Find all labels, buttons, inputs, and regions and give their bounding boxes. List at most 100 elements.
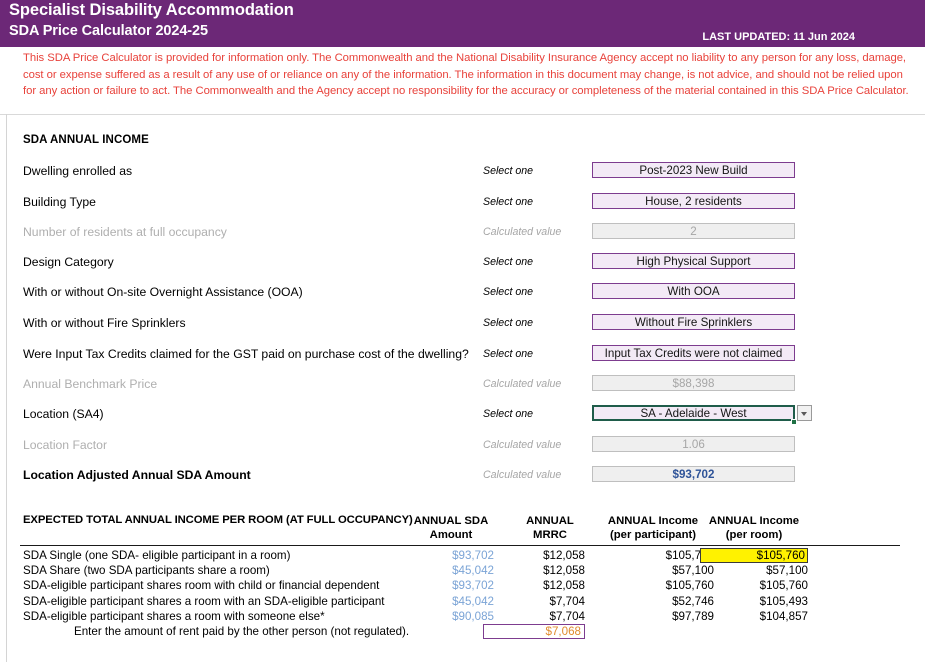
column-header-line2: Amount — [408, 528, 494, 542]
column-header-line2: (per participant) — [592, 528, 714, 542]
form-row-hint-select: Select one — [483, 283, 533, 302]
table-row: SDA-eligible participant shares a room w… — [0, 609, 925, 624]
form-row: Number of residents at full occupancy Cal… — [0, 223, 925, 242]
table-row-label: SDA Share (two SDA participants share a … — [23, 563, 270, 578]
form-row-label: Design Category — [23, 253, 114, 272]
table-cell-value: $52,746 — [592, 594, 714, 609]
rent-amount-input[interactable]: $7,068 — [483, 624, 585, 639]
disclaimer-text: This SDA Price Calculator is provided fo… — [23, 50, 918, 100]
form-row: Location Factor Calculated value 1.06 — [0, 436, 925, 455]
page-title-secondary: SDA Price Calculator 2024-25 — [9, 23, 208, 39]
table-row-label: SDA Single (one SDA- eligible participan… — [23, 548, 290, 563]
form-row-label: Dwelling enrolled as — [23, 162, 132, 181]
table-cell-value: $105,760 — [592, 548, 714, 563]
calculated-value-field: 2 — [592, 223, 795, 239]
form-row: Location Adjusted Annual SDA Amount Calcu… — [0, 466, 925, 485]
form-row-hint-select: Select one — [483, 345, 533, 364]
calculated-value-field: $93,702 — [592, 466, 795, 482]
location-sa4-dropdown[interactable]: SA - Adelaide - West — [592, 405, 795, 421]
table-row: SDA Single (one SDA- eligible participan… — [0, 548, 925, 563]
form-row: Design Category Select one High Physical S… — [0, 253, 925, 272]
column-header-line1: ANNUAL Income — [700, 514, 808, 528]
form-row-label: Location Adjusted Annual SDA Amount — [23, 466, 251, 485]
table-column-header: ANNUALMRRC — [515, 514, 585, 542]
form-row-hint-select: Select one — [483, 405, 533, 424]
table-row-label: SDA-eligible participant shares a room w… — [23, 594, 385, 609]
table-row-label: SDA-eligible participant shares room wit… — [23, 578, 379, 593]
form-row-hint-select: Select one — [483, 314, 533, 333]
form-row: Dwelling enrolled as Select one Post-2023 … — [0, 162, 925, 181]
form-row-hint-calculated: Calculated value — [483, 436, 561, 455]
form-row-label: Were Input Tax Credits claimed for the G… — [23, 345, 469, 364]
table-row: SDA-eligible participant shares room wit… — [0, 578, 925, 593]
form-row-label: Number of residents at full occupancy — [23, 223, 227, 242]
form-row-label: With or without On-site Overnight Assist… — [23, 283, 303, 302]
form-row: Were Input Tax Credits claimed for the G… — [0, 345, 925, 364]
form-row-label: Annual Benchmark Price — [23, 375, 157, 394]
table-column-header: ANNUAL SDAAmount — [408, 514, 494, 542]
table-column-header: ANNUAL Income(per room) — [700, 514, 808, 542]
table-cell-value: $105,760 — [592, 578, 714, 593]
form-row: With or without Fire Sprinklers Select on… — [0, 314, 925, 333]
chevron-down-icon — [801, 412, 807, 416]
table-title: EXPECTED TOTAL ANNUAL INCOME PER ROOM (A… — [23, 514, 413, 526]
form-row: Annual Benchmark Price Calculated value $8… — [0, 375, 925, 394]
form-row-hint-calculated: Calculated value — [483, 375, 561, 394]
column-header-line2: MRRC — [515, 528, 585, 542]
select-value-field[interactable]: Post-2023 New Build — [592, 162, 795, 178]
page-title-primary: Specialist Disability Accommodation — [9, 1, 294, 20]
header-divider — [0, 114, 925, 115]
table-cell-value: $57,100 — [700, 563, 808, 578]
table-cell-value: $93,702 — [408, 578, 494, 593]
form-row-hint-select: Select one — [483, 162, 533, 181]
select-value-field[interactable]: Input Tax Credits were not claimed — [592, 345, 795, 361]
table-cell-value: $104,857 — [700, 609, 808, 624]
table-cell-highlighted: $105,760 — [700, 548, 808, 563]
select-value-field[interactable]: Without Fire Sprinklers — [592, 314, 795, 330]
column-header-line2: (per room) — [700, 528, 808, 542]
column-header-line1: ANNUAL Income — [592, 514, 714, 528]
table-cell-value: $105,760 — [700, 578, 808, 593]
form-row-label: With or without Fire Sprinklers — [23, 314, 186, 333]
select-value-field[interactable]: With OOA — [592, 283, 795, 299]
form-row-hint-calculated: Calculated value — [483, 466, 561, 485]
form-row-hint-select: Select one — [483, 193, 533, 212]
table-cell-value: $97,789 — [592, 609, 714, 624]
form-row-hint-select: Select one — [483, 253, 533, 272]
form-row: With or without On-site Overnight Assist… — [0, 283, 925, 302]
form-row-label: Location Factor — [23, 436, 107, 455]
table-row: SDA Share (two SDA participants share a … — [0, 563, 925, 578]
table-header-rule — [20, 545, 900, 546]
table-cell-value: $7,704 — [515, 594, 585, 609]
table-cell-value: $90,085 — [408, 609, 494, 624]
dropdown-arrow-button[interactable] — [797, 405, 812, 421]
table-cell-value: $7,704 — [515, 609, 585, 624]
form-row-label: Location (SA4) — [23, 405, 104, 424]
page-header-banner: Specialist Disability Accommodation SDA … — [0, 0, 925, 47]
rent-entry-instruction: Enter the amount of rent paid by the oth… — [74, 624, 409, 639]
form-row-label: Building Type — [23, 193, 96, 212]
select-value-field[interactable]: House, 2 residents — [592, 193, 795, 209]
form-row: Building Type Select one House, 2 resident… — [0, 193, 925, 212]
table-cell-value: $93,702 — [408, 548, 494, 563]
last-updated-label: LAST UPDATED: 11 Jun 2024 — [702, 31, 855, 43]
section-title-sda-annual-income: SDA ANNUAL INCOME — [23, 134, 149, 146]
select-value-field[interactable]: High Physical Support — [592, 253, 795, 269]
table-cell-value: $57,100 — [592, 563, 714, 578]
table-cell-value: $12,058 — [515, 578, 585, 593]
table-cell-value: $12,058 — [515, 563, 585, 578]
column-header-line1: ANNUAL — [515, 514, 585, 528]
column-header-line1: ANNUAL SDA — [408, 514, 494, 528]
table-row-label: SDA-eligible participant shares a room w… — [23, 609, 325, 624]
calculated-value-field: $88,398 — [592, 375, 795, 391]
table-column-header: ANNUAL Income(per participant) — [592, 514, 714, 542]
table-cell-value: $45,042 — [408, 594, 494, 609]
table-cell-value: $45,042 — [408, 563, 494, 578]
table-row: SDA-eligible participant shares a room w… — [0, 594, 925, 609]
table-cell-value: $12,058 — [515, 548, 585, 563]
table-note-row: Enter the amount of rent paid by the oth… — [0, 624, 925, 639]
form-row: Location (SA4) Select one SA - Adelaide - … — [0, 405, 925, 424]
form-row-hint-calculated: Calculated value — [483, 223, 561, 242]
table-cell-value: $105,493 — [700, 594, 808, 609]
calculated-value-field: 1.06 — [592, 436, 795, 452]
